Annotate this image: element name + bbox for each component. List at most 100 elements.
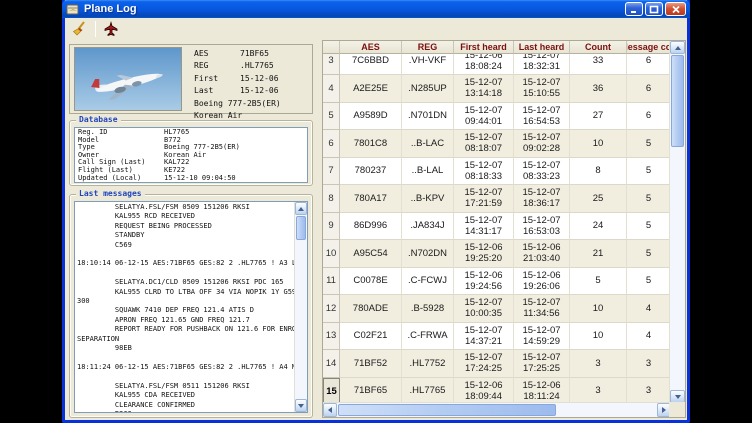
close-button[interactable]	[665, 2, 686, 16]
column-header[interactable]: Message cou	[627, 41, 671, 54]
cell-last-heard: 15-12-0621:03:40	[514, 240, 570, 268]
cell-message-count: 6	[627, 103, 671, 131]
cell-first-heard: 15-12-0709:44:01	[454, 103, 514, 131]
cell-message-count: 5	[627, 158, 671, 186]
toolbar	[65, 18, 687, 40]
scroll-down-icon	[675, 395, 681, 399]
column-header[interactable]: Last heard	[514, 41, 570, 54]
cell-last-heard: 15-12-0714:59:29	[514, 323, 570, 351]
toolbar-separator	[95, 21, 96, 37]
table-row[interactable]: 4 A2E25E .N285UP 15-12-0713:14:18 15-12-…	[323, 75, 671, 103]
cell-reg: .VH-VKF	[402, 54, 454, 75]
cell-first-heard: 15-12-0619:25:20	[454, 240, 514, 268]
table-vertical-scrollbar[interactable]	[669, 41, 685, 403]
table-row[interactable]: 7 780237 ..B-LAL 15-12-0708:18:33 15-12-…	[323, 158, 671, 186]
messages-scroll-down-button[interactable]	[295, 399, 307, 412]
row-number[interactable]: 8	[323, 185, 340, 213]
cell-count: 27	[570, 103, 627, 131]
row-number[interactable]: 6	[323, 130, 340, 158]
row-number[interactable]: 9	[323, 213, 340, 241]
cell-count: 5	[570, 268, 627, 296]
table-row[interactable]: 11 C0078E .C-FCWJ 15-12-0619:24:56 15-12…	[323, 268, 671, 296]
row-number[interactable]: 14	[323, 350, 340, 378]
cell-aes: 7801C8	[340, 130, 402, 158]
cell-aes: 71BF65	[340, 378, 402, 406]
messages-scrollbar[interactable]	[294, 202, 307, 412]
aircraft-field: First15-12-06	[194, 73, 312, 85]
close-icon	[671, 5, 681, 14]
cell-last-heard: 15-12-0718:32:31	[514, 54, 570, 75]
row-number[interactable]: 10	[323, 240, 340, 268]
cell-reg: ..B-KPV	[402, 185, 454, 213]
titlebar[interactable]: Plane Log	[62, 0, 690, 18]
cell-last-heard: 15-12-0715:10:55	[514, 75, 570, 103]
cell-first-heard: 15-12-0713:14:18	[454, 75, 514, 103]
cell-reg: .HL7752	[402, 350, 454, 378]
cell-reg: .C-FCWJ	[402, 268, 454, 296]
last-messages-group-label: Last messages	[76, 189, 145, 198]
plane-filter-button[interactable]	[100, 19, 122, 39]
cell-message-count: 6	[627, 75, 671, 103]
row-number[interactable]: 7	[323, 158, 340, 186]
cell-last-heard: 15-12-0619:26:06	[514, 268, 570, 296]
row-number[interactable]: 13	[323, 323, 340, 351]
scroll-right-icon	[662, 407, 666, 413]
cell-aes: 780237	[340, 158, 402, 186]
row-number[interactable]: 5	[323, 103, 340, 131]
table-row[interactable]: 15 71BF65 .HL7765 15-12-0618:09:44 15-12…	[323, 378, 671, 406]
table-horizontal-scrollbar[interactable]	[323, 402, 671, 417]
cell-aes: 780ADE	[340, 295, 402, 323]
row-number[interactable]: 3	[323, 54, 340, 75]
column-header[interactable]: Count	[570, 41, 627, 54]
column-header[interactable]: First heard	[454, 41, 514, 54]
cell-first-heard: 15-12-0708:18:33	[454, 158, 514, 186]
table-row[interactable]: 6 7801C8 ..B-LAC 15-12-0708:18:07 15-12-…	[323, 130, 671, 158]
cell-first-heard: 15-12-0618:08:24	[454, 54, 514, 75]
row-number[interactable]: 12	[323, 295, 340, 323]
cell-aes: 780A17	[340, 185, 402, 213]
row-number[interactable]: 11	[323, 268, 340, 296]
database-field: Updated (Local)15-12-10 09:04:50	[78, 175, 304, 183]
messages-scroll-thumb[interactable]	[296, 216, 306, 240]
table-row[interactable]: 9 86D996 .JA834J 15-12-0714:31:17 15-12-…	[323, 213, 671, 241]
maximize-button[interactable]	[645, 2, 663, 16]
table-row[interactable]: 5 A9589D .N701DN 15-12-0709:44:01 15-12-…	[323, 103, 671, 131]
row-number[interactable]: 15	[323, 378, 340, 406]
minimize-icon	[629, 5, 639, 14]
table-row[interactable]: 12 780ADE .B-5928 15-12-0710:00:35 15-12…	[323, 295, 671, 323]
messages-scroll-up-button[interactable]	[295, 202, 307, 215]
aircraft-field: Last15-12-06	[194, 85, 312, 97]
minimize-button[interactable]	[625, 2, 643, 16]
cell-first-heard: 15-12-0710:00:35	[454, 295, 514, 323]
cell-reg: .C-FRWA	[402, 323, 454, 351]
row-number[interactable]: 4	[323, 75, 340, 103]
table-row[interactable]: 13 C02F21 .C-FRWA 15-12-0714:37:21 15-12…	[323, 323, 671, 351]
table-hscroll-thumb[interactable]	[338, 404, 556, 416]
column-header[interactable]: AES	[340, 41, 402, 54]
column-header[interactable]: REG	[402, 41, 454, 54]
table-row[interactable]: 3 7C6BBD .VH-VKF 15-12-0618:08:24 15-12-…	[323, 54, 671, 75]
cell-last-heard: 15-12-0711:34:56	[514, 295, 570, 323]
cell-last-heard: 15-12-0618:11:24	[514, 378, 570, 406]
table-row[interactable]: 8 780A17 ..B-KPV 15-12-0717:21:59 15-12-…	[323, 185, 671, 213]
cell-aes: 71BF52	[340, 350, 402, 378]
cell-last-heard: 15-12-0709:02:28	[514, 130, 570, 158]
cell-count: 10	[570, 295, 627, 323]
scroll-down-icon	[298, 404, 304, 408]
aircraft-field: REG.HL7765	[194, 60, 312, 72]
cell-aes: C02F21	[340, 323, 402, 351]
app-icon	[66, 2, 80, 16]
table-scroll-left-button[interactable]	[323, 403, 337, 417]
table-row[interactable]: 14 71BF52 .HL7752 15-12-0717:24:25 15-12…	[323, 350, 671, 378]
table-vscroll-thumb[interactable]	[671, 55, 684, 147]
table-row[interactable]: 10 A95C54 .N702DN 15-12-0619:25:20 15-12…	[323, 240, 671, 268]
cell-reg: .B-5928	[402, 295, 454, 323]
cell-aes: A95C54	[340, 240, 402, 268]
cell-count: 3	[570, 378, 627, 406]
table-scroll-up-button[interactable]	[670, 41, 685, 54]
cell-first-heard: 15-12-0708:18:07	[454, 130, 514, 158]
last-messages-textarea[interactable]: SELATYA.FSL/FSM 0509 151206 RKSI KAL955 …	[74, 201, 308, 413]
cell-message-count: 4	[627, 295, 671, 323]
clear-log-button[interactable]	[69, 19, 91, 39]
aircraft-photo	[74, 47, 182, 111]
